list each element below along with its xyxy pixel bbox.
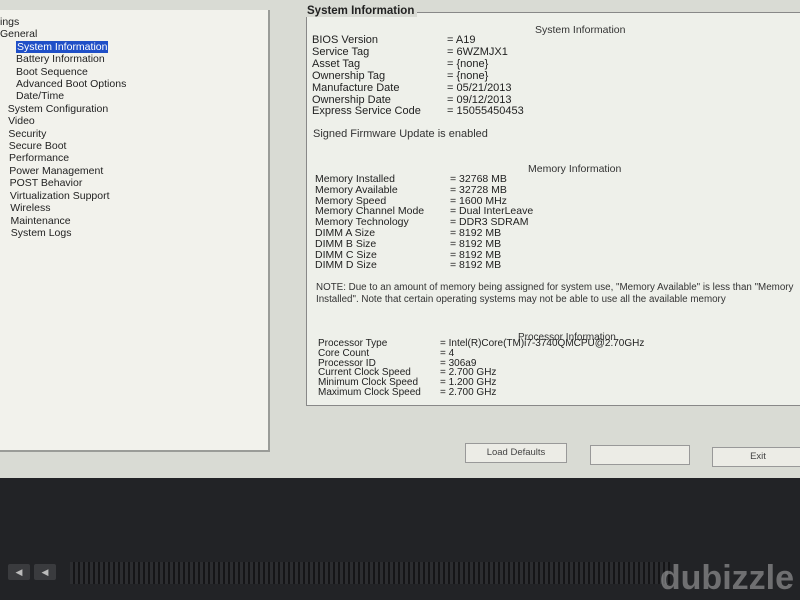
bios-screen: ings General System Information Battery In… (0, 0, 800, 478)
tree-item-label: Power Management (9, 164, 104, 177)
tree-item-label: System Configuration (7, 102, 109, 115)
info-value: = Intel(R)Core(TM)i7-3740QMCPU@2.70GHz (440, 338, 645, 349)
tree-item-label: Security (8, 127, 47, 140)
settings-tree: ings General System Information Battery In… (0, 16, 126, 239)
tree-item[interactable]: POST Behavior (0, 177, 126, 189)
exit-button[interactable]: Exit (712, 447, 800, 467)
processor-info-list: Processor Type = Intel(R)Core(TM)i7-3740Q… (318, 339, 644, 398)
tree-item-label: Performance (9, 152, 70, 165)
info-row: DIMM B Size = 8192 MB (315, 237, 533, 250)
info-value: = 15055450453 (447, 105, 524, 118)
firmware-status: Signed Firmware Update is enabled (313, 128, 488, 140)
info-value: = 8192 MB (450, 259, 502, 272)
tree-item-label: Secure Boot (8, 140, 67, 153)
info-label: Asset Tag (312, 57, 361, 70)
tree-item-label: Video (8, 115, 35, 128)
info-label: DIMM B Size (315, 237, 377, 250)
tree-item-label: Wireless (10, 202, 51, 215)
info-row: Express Service Code = 15055450453 (312, 106, 524, 118)
load-defaults-button[interactable]: Load Defaults (465, 443, 567, 463)
tree-item[interactable]: General (0, 28, 126, 40)
tree-item-label: General (0, 28, 38, 41)
tree-item[interactable]: Video (0, 115, 126, 127)
tree-item[interactable]: Battery Information (0, 53, 126, 65)
tree-item-label: System Information (16, 40, 109, 53)
tree-item[interactable]: Security (0, 128, 126, 140)
info-label: Ownership Tag (312, 69, 386, 82)
info-label: DIMM D Size (315, 259, 377, 272)
system-info-list: BIOS Version = A19 Service Tag = 6WZMJX1 Ass… (312, 34, 524, 118)
memory-note: NOTE: Due to an amount of memory being a… (316, 282, 794, 305)
tree-item[interactable]: Performance (0, 152, 126, 164)
info-value: = 05/21/2013 (447, 81, 512, 94)
panel-title: System Information (304, 5, 418, 17)
info-row: Maximum Clock Speed = 2.700 GHz (318, 388, 644, 398)
key-volume: ◀ (34, 564, 56, 580)
info-label: Express Service Code (312, 105, 421, 118)
info-label: Manufacture Date (312, 81, 400, 94)
info-value: = {none} (447, 57, 489, 70)
tree-item[interactable]: Advanced Boot Options (0, 78, 126, 90)
tree-item-label: Date/Time (16, 90, 65, 103)
tree-item[interactable]: System Configuration (0, 103, 126, 115)
settings-tree-panel: ings General System Information Battery In… (0, 10, 270, 452)
tree-item-label: Advanced Boot Options (16, 78, 127, 91)
key-mute: ◀ (8, 564, 30, 580)
memory-heading: Memory Information (528, 163, 622, 175)
info-row: Memory Available = 32728 MB (315, 183, 533, 196)
info-row: Ownership Tag = {none} (312, 69, 524, 83)
tree-item[interactable]: Date/Time (0, 90, 126, 102)
tree-item[interactable]: Secure Boot (0, 140, 126, 152)
info-value: = 32728 MB (450, 183, 507, 196)
tree-item[interactable]: Wireless (0, 202, 126, 214)
info-value: = 2.700 GHz (440, 386, 497, 398)
tree-item[interactable]: Boot Sequence (0, 66, 126, 78)
tree-item[interactable]: Virtualization Support (0, 190, 126, 202)
tree-item-label: System Logs (10, 226, 72, 239)
watermark-logo: dubizzle (659, 559, 794, 597)
tree-item-label: POST Behavior (9, 177, 83, 190)
system-heading: System Information (535, 24, 626, 36)
info-row: Manufacture Date = 05/21/2013 (312, 81, 524, 95)
tree-item[interactable]: Maintenance (0, 215, 126, 227)
memory-info-list: Memory Installed = 32768 MB Memory Availab… (315, 174, 533, 271)
info-row: Asset Tag = {none} (312, 57, 524, 71)
tree-item[interactable]: Power Management (0, 165, 126, 177)
tree-item-label: Boot Sequence (16, 65, 88, 78)
tree-item[interactable]: System Logs (0, 227, 126, 239)
tree-item-label: Battery Information (16, 53, 105, 66)
tree-item-label: Maintenance (10, 214, 71, 227)
tree-item[interactable]: System Information (0, 40, 126, 53)
tree-root: ings (0, 16, 20, 28)
info-value: = {none} (447, 69, 489, 82)
speaker-grill (70, 562, 670, 584)
info-value: = 8192 MB (450, 237, 502, 250)
disabled-button (590, 445, 690, 465)
tree-item-label: Virtualization Support (9, 189, 110, 202)
info-label: Maximum Clock Speed (318, 386, 421, 398)
info-label: Memory Available (315, 183, 398, 196)
info-row: DIMM D Size = 8192 MB (315, 260, 533, 271)
